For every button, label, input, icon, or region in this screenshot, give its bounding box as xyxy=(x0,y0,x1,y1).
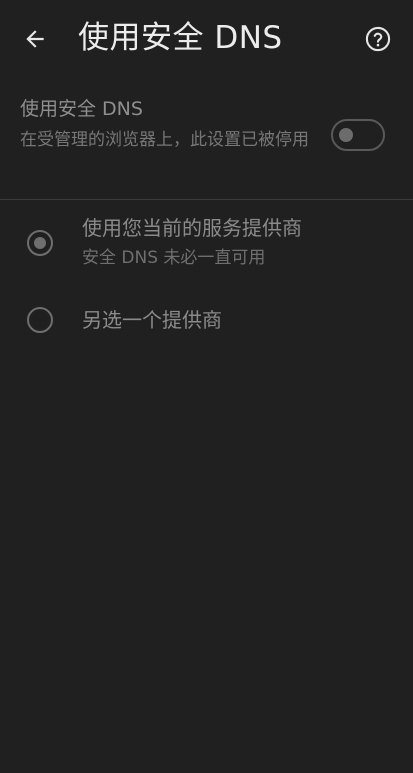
help-button[interactable] xyxy=(361,22,395,56)
radio-button-unselected[interactable] xyxy=(27,307,53,333)
section-divider xyxy=(0,199,413,200)
back-button[interactable] xyxy=(18,22,52,56)
option-current-provider[interactable]: 使用您当前的服务提供商 安全 DNS 未必一直可用 xyxy=(0,214,413,276)
help-circle-icon xyxy=(365,26,391,52)
radio-button-selected[interactable] xyxy=(27,230,53,256)
secure-dns-label: 使用安全 DNS xyxy=(20,98,143,120)
top-app-bar: 使用安全 DNS xyxy=(0,0,413,78)
option-label: 使用您当前的服务提供商 xyxy=(82,216,302,240)
secure-dns-toggle-row: 使用安全 DNS 在受管理的浏览器上，此设置已被停用 xyxy=(0,92,413,192)
secure-dns-switch[interactable] xyxy=(331,119,385,151)
managed-browser-notice: 在受管理的浏览器上，此设置已被停用 xyxy=(20,130,309,150)
radio-selected-dot xyxy=(34,237,46,249)
secure-dns-settings-screen: 使用安全 DNS 使用安全 DNS 在受管理的浏览器上，此设置已被停用 使用您当… xyxy=(0,0,413,773)
option-other-provider[interactable]: 另选一个提供商 xyxy=(0,304,413,338)
option-sublabel: 安全 DNS 未必一直可用 xyxy=(82,248,266,268)
switch-knob xyxy=(339,128,353,142)
option-label: 另选一个提供商 xyxy=(82,308,222,332)
page-title: 使用安全 DNS xyxy=(78,20,283,56)
arrow-left-icon xyxy=(26,30,44,48)
